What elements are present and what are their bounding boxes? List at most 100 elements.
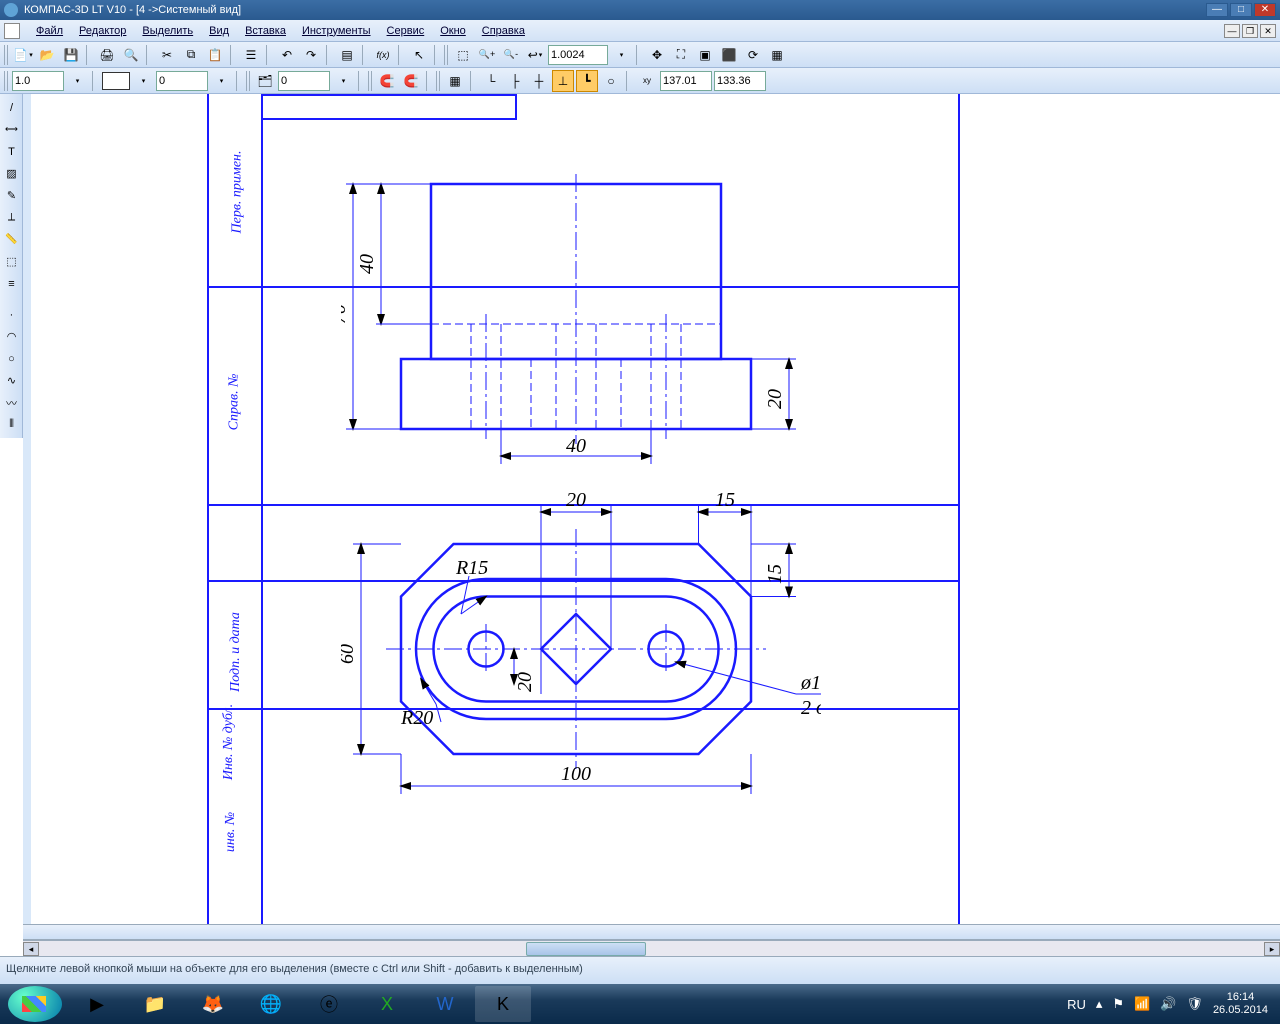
- snap-on-button[interactable]: [376, 70, 398, 92]
- edit-button[interactable]: [1, 185, 22, 206]
- color-dropdown[interactable]: [132, 70, 154, 92]
- menu-file[interactable]: Файл: [28, 23, 71, 39]
- snap-off-button[interactable]: [400, 70, 422, 92]
- volume-icon[interactable]: 🔊: [1160, 996, 1176, 1012]
- zoom-selected-button[interactable]: ⬛: [718, 44, 740, 66]
- text-button[interactable]: [1, 141, 22, 162]
- clock[interactable]: 16:14 26.05.2014: [1213, 991, 1268, 1017]
- lang-indicator[interactable]: RU: [1067, 997, 1086, 1012]
- local-cs-button[interactable]: ┗: [576, 70, 598, 92]
- coord-y-input[interactable]: [714, 71, 766, 91]
- multiline-tool-button[interactable]: [1, 414, 22, 435]
- layer-input[interactable]: [278, 71, 330, 91]
- selection-button[interactable]: [1, 251, 22, 272]
- redo-button[interactable]: [300, 44, 322, 66]
- start-button[interactable]: [8, 986, 62, 1022]
- snap-end-button[interactable]: [480, 70, 502, 92]
- color-swatch[interactable]: [102, 72, 130, 90]
- snap-intersect-button[interactable]: [528, 70, 550, 92]
- menu-edit[interactable]: Редактор: [71, 23, 134, 39]
- taskbar-excel-icon[interactable]: X: [359, 986, 415, 1022]
- security-icon[interactable]: 🛡: [1186, 996, 1203, 1012]
- open-button[interactable]: [36, 44, 58, 66]
- flag-icon[interactable]: ⚑: [1112, 996, 1124, 1012]
- zoom-prev-button[interactable]: ↩: [524, 44, 546, 66]
- taskbar-explorer-icon[interactable]: 📁: [127, 986, 183, 1022]
- scroll-right-button[interactable]: ▸: [1264, 942, 1280, 956]
- preview-button[interactable]: [120, 44, 142, 66]
- measure-button[interactable]: [1, 229, 22, 250]
- menu-select[interactable]: Выделить: [134, 23, 201, 39]
- new-button[interactable]: [12, 44, 34, 66]
- grip-icon[interactable]: [4, 71, 10, 91]
- geometry-button[interactable]: [1, 97, 22, 118]
- menu-view[interactable]: Вид: [201, 23, 237, 39]
- tray-up-icon[interactable]: ▴: [1096, 996, 1103, 1012]
- taskbar-kompas-icon[interactable]: K: [475, 986, 531, 1022]
- taskbar-word-icon[interactable]: W: [417, 986, 473, 1022]
- network-icon[interactable]: 📶: [1134, 996, 1150, 1012]
- minimize-button[interactable]: —: [1206, 3, 1228, 17]
- layer-button[interactable]: 🗂: [254, 70, 276, 92]
- arc-tool-button[interactable]: [1, 326, 22, 347]
- snap-mid-button[interactable]: [504, 70, 526, 92]
- scroll-thumb[interactable]: [526, 942, 646, 956]
- grip-icon[interactable]: [368, 71, 374, 91]
- doc-restore-button[interactable]: ❐: [1242, 24, 1258, 38]
- doc-minimize-button[interactable]: —: [1224, 24, 1240, 38]
- spec-button[interactable]: [1, 273, 22, 294]
- round-button[interactable]: ○: [600, 70, 622, 92]
- menu-service[interactable]: Сервис: [379, 23, 433, 39]
- menu-insert[interactable]: Вставка: [237, 23, 294, 39]
- cut-button[interactable]: [156, 44, 178, 66]
- zoom-in-button[interactable]: [476, 44, 498, 66]
- pan-button[interactable]: [646, 44, 668, 66]
- hatch-button[interactable]: [1, 163, 22, 184]
- layer-dropdown[interactable]: [332, 70, 354, 92]
- menu-tools[interactable]: Инструменты: [294, 23, 379, 39]
- maximize-button[interactable]: □: [1230, 3, 1252, 17]
- taskbar-ie-icon[interactable]: ⓔ: [301, 986, 357, 1022]
- dimensions-button[interactable]: [1, 119, 22, 140]
- close-button[interactable]: ✕: [1254, 3, 1276, 17]
- library-button[interactable]: ▤: [336, 44, 358, 66]
- zoom-fit-button[interactable]: [670, 44, 692, 66]
- style-dropdown[interactable]: [210, 70, 232, 92]
- doc-close-button[interactable]: ✕: [1260, 24, 1276, 38]
- coord-x-input[interactable]: [660, 71, 712, 91]
- step-dropdown[interactable]: [66, 70, 88, 92]
- refresh-button[interactable]: [742, 44, 764, 66]
- zoom-window-button[interactable]: [452, 44, 474, 66]
- properties-button[interactable]: ☰: [240, 44, 262, 66]
- spline-tool-button[interactable]: [1, 370, 22, 391]
- zoom-dropdown[interactable]: [610, 44, 632, 66]
- zoom-doc-button[interactable]: ▣: [694, 44, 716, 66]
- zoom-out-button[interactable]: [500, 44, 522, 66]
- horizontal-scrollbar[interactable]: ◂ ▸: [23, 940, 1280, 956]
- zoom-input[interactable]: [548, 45, 608, 65]
- help-pointer-button[interactable]: [408, 44, 430, 66]
- parametric-button[interactable]: [1, 207, 22, 228]
- circle-tool-button[interactable]: ○: [1, 348, 22, 369]
- style-input[interactable]: [156, 71, 208, 91]
- step-input[interactable]: [12, 71, 64, 91]
- menu-help[interactable]: Справка: [474, 23, 533, 39]
- copy-button[interactable]: [180, 44, 202, 66]
- print-button[interactable]: [96, 44, 118, 66]
- grip-icon[interactable]: [444, 45, 450, 65]
- grip-icon[interactable]: [436, 71, 442, 91]
- point-tool-button[interactable]: [1, 304, 22, 325]
- undo-button[interactable]: [276, 44, 298, 66]
- grip-icon[interactable]: [4, 45, 10, 65]
- canvas-area[interactable]: Перв. примен. Справ. № Подп. и дата Инв.…: [23, 94, 1280, 924]
- grip-icon[interactable]: [246, 71, 252, 91]
- display-button[interactable]: ▦: [766, 44, 788, 66]
- ortho-button[interactable]: [552, 70, 574, 92]
- taskbar-firefox-icon[interactable]: 🦊: [185, 986, 241, 1022]
- paste-button[interactable]: [204, 44, 226, 66]
- scroll-left-button[interactable]: ◂: [23, 942, 39, 956]
- variables-button[interactable]: [372, 44, 394, 66]
- save-button[interactable]: [60, 44, 82, 66]
- grid-button[interactable]: [444, 70, 466, 92]
- taskbar-mediaplayer-icon[interactable]: ▶: [69, 986, 125, 1022]
